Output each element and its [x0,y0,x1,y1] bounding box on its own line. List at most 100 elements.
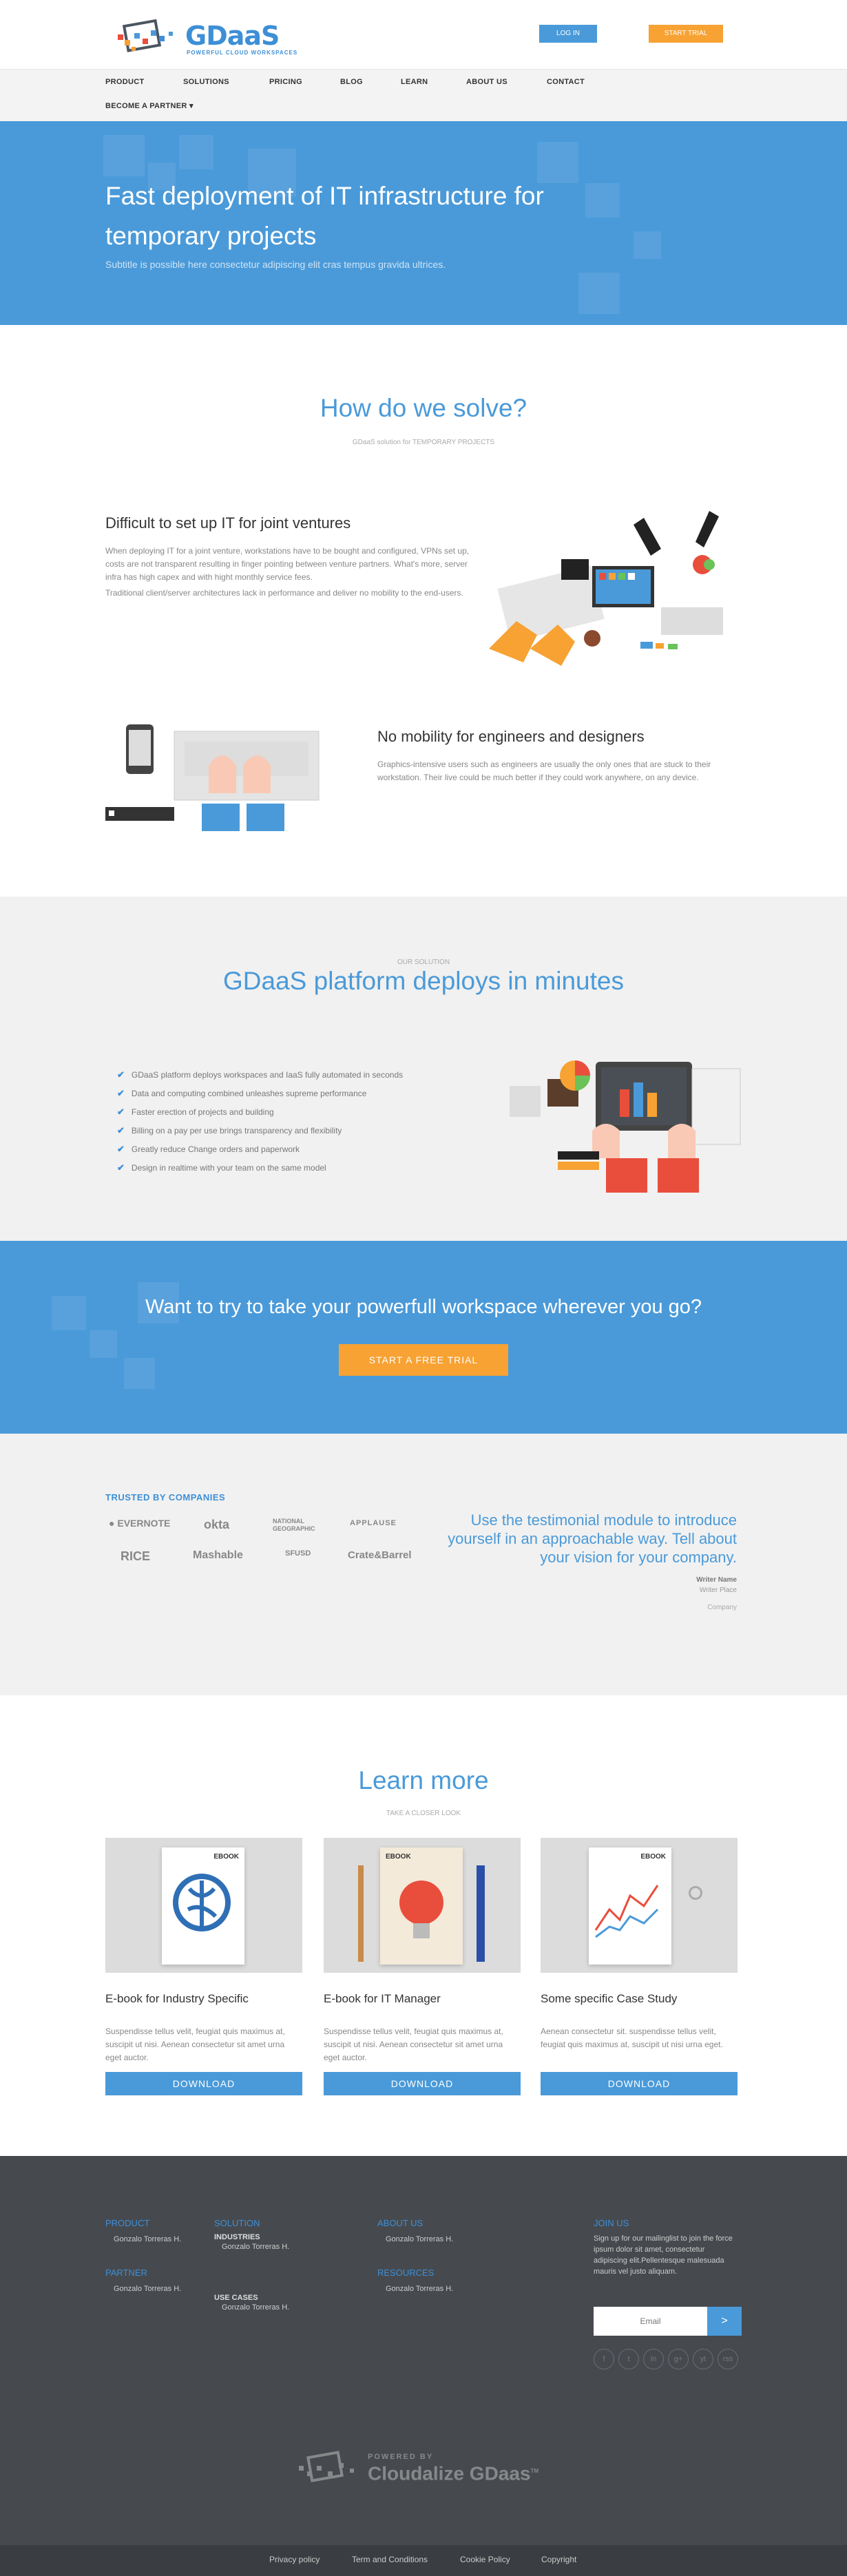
nav-partner-label: BECOME A PARTNER [105,102,187,110]
hero-decoration [103,135,145,176]
workspace-illustration [482,511,737,669]
logo-pixel-icon [114,19,181,58]
footer-partner-heading: PARTNER [105,2268,147,2278]
list-item-text: Design in realtime with your team on the… [131,1162,326,1173]
logo-tagline: POWERFUL CLOUD WORKSPACES [187,49,298,56]
caret-down-icon: ▾ [189,102,194,110]
list-item-text: Greatly reduce Change orders and paperwo… [131,1144,300,1154]
list-item-text: GDaaS platform deploys workspaces and Ia… [131,1069,404,1080]
solution-list: ✔ GDaaS platform deploys workspaces and I… [117,1065,475,1177]
nav-learn[interactable]: LEARN [401,78,428,86]
case-study-image: EBOOK [541,1838,738,1973]
ebook-badge: EBOOK [213,1853,239,1861]
nav-contact[interactable]: CONTACT [547,78,585,86]
logo[interactable]: GDaaS POWERFUL CLOUD WORKSPACES [114,19,297,58]
brand-natgeo: NATIONAL GEOGRAPHIC [273,1518,315,1532]
nav-product[interactable]: PRODUCT [105,78,145,86]
footer-industries-link[interactable]: Gonzalo Torreras H. [222,2243,289,2251]
problem-1: Difficult to set up IT for joint venture… [105,514,470,600]
brand-okta: okta [204,1518,230,1531]
brand-applause: APPLAUSE [350,1519,397,1527]
email-input[interactable] [594,2307,707,2336]
nav-pricing[interactable]: PRICING [269,78,302,86]
start-trial-button[interactable]: START TRIAL [649,25,723,43]
list-item-text: Data and computing combined unleashes su… [131,1088,367,1098]
footer-resources-heading: RESOURCES [377,2268,435,2278]
ebook-card: EBOOK E-book for IT Manager Suspendisse … [324,1838,521,2095]
linkedin-icon[interactable]: in [643,2349,664,2369]
cta-banner: Want to try to take your powerfull works… [0,1241,847,1434]
key-icon [689,1886,702,1900]
list-item: ✔ Billing on a pay per use brings transpa… [117,1121,475,1140]
solve-title: How do we solve? [320,394,527,422]
ebook-cover-image: EBOOK [105,1838,302,1973]
nav-about[interactable]: ABOUT US [466,78,508,86]
problem-1-title: Difficult to set up IT for joint venture… [105,514,351,532]
laptop-illustration [105,711,326,841]
footer-about-heading: ABOUT US [377,2218,424,2228]
list-item: ✔ Data and computing combined unleashes s… [117,1084,475,1102]
powered-by-logo: POWERED BY Cloudalize GDaasTM [296,2451,538,2486]
brand-name: EVERNOTE [117,1518,171,1529]
download-button[interactable]: DOWNLOAD [324,2072,521,2095]
cookie-policy-link[interactable]: Cookie Policy [460,2555,510,2564]
case-study-card: EBOOK Some specific Case Study Aenean co… [541,1838,738,2095]
logo-name: GDaaS [185,20,280,51]
footer-resources-link[interactable]: Gonzalo Torreras H. [386,2285,453,2293]
footer-partner-link[interactable]: Gonzalo Torreras H. [114,2285,181,2293]
learn-subtitle: TAKE A CLOSER LOOK [386,1810,461,1817]
brain-icon [173,1874,231,1931]
nav-solutions[interactable]: SOLUTIONS [183,78,229,86]
writer-company: Company [707,1604,737,1611]
problem-2: No mobility for engineers and designers … [377,728,742,784]
card-text: Aenean consectetur sit. suspendisse tell… [541,2027,723,2049]
bottom-bar: Privacy policy Term and Conditions Cooki… [0,2545,847,2576]
list-item: ✔ Faster erection of projects and buildin… [117,1102,475,1121]
google-plus-icon[interactable]: g+ [668,2349,689,2369]
book-cover: EBOOK [589,1847,671,1965]
powered-name-text: Cloudalize GDaas [368,2462,531,2484]
card-title: E-book for IT Manager [324,1992,441,2005]
login-button[interactable]: LOG IN [539,25,597,43]
main-nav: PRODUCT SOLUTIONS PRICING BLOG LEARN ABO… [0,69,847,121]
footer-use-cases-link[interactable]: Gonzalo Torreras H. [222,2303,289,2312]
nav-blog[interactable]: BLOG [340,78,363,86]
list-item: ✔ Design in realtime with your team on th… [117,1158,475,1177]
footer-product-heading: PRODUCT [105,2218,150,2228]
privacy-policy-link[interactable]: Privacy policy [269,2555,320,2564]
lightbulb-icon [399,1881,443,1938]
rss-icon[interactable]: rss [718,2349,738,2369]
footer-join-heading: JOIN US [594,2218,629,2228]
email-submit-button[interactable]: > [707,2307,742,2336]
book-cover: EBOOK [380,1847,463,1965]
youtube-icon[interactable]: yt [693,2349,713,2369]
footer-about-link[interactable]: Gonzalo Torreras H. [386,2235,453,2243]
footer-solution-heading: SOLUTION [214,2218,260,2228]
writer-place: Writer Place [699,1587,737,1594]
check-icon: ✔ [117,1162,125,1173]
card-title: E-book for Industry Specific [105,1992,249,2005]
topbar: GDaaS POWERFUL CLOUD WORKSPACES LOG IN S… [0,0,847,69]
start-free-trial-button[interactable]: START A FREE TRIAL [339,1344,508,1376]
footer-product-link[interactable]: Gonzalo Torreras H. [114,2235,181,2243]
twitter-icon[interactable]: t [618,2349,639,2369]
terms-link[interactable]: Term and Conditions [352,2555,428,2564]
hero-decoration [179,135,213,169]
ebook-badge: EBOOK [640,1853,666,1861]
facebook-icon[interactable]: f [594,2349,614,2369]
list-item-text: Billing on a pay per use brings transpar… [131,1125,342,1135]
card-title: Some specific Case Study [541,1992,678,2005]
trusted-label: TRUSTED BY COMPANIES [105,1492,226,1502]
solution-eyebrow: OUR SOLUTION [397,959,450,966]
copyright-link[interactable]: Copyright [541,2555,576,2564]
download-button[interactable]: DOWNLOAD [541,2072,738,2095]
screwdriver-icon [358,1865,364,1962]
download-button[interactable]: DOWNLOAD [105,2072,302,2095]
problem-1-text: When deploying IT for a joint venture, w… [105,546,470,582]
site-header: GDaaS POWERFUL CLOUD WORKSPACES LOG IN S… [0,0,847,121]
ebook-card: EBOOK E-book for Industry Specific Suspe… [105,1838,302,2095]
brand-crate-barrel: Crate&Barrel [348,1549,412,1561]
solution-section: OUR SOLUTION GDaaS platform deploys in m… [0,897,847,1241]
nav-become-partner[interactable]: BECOME A PARTNER ▾ [105,101,194,110]
testimonial-quote: Use the testimonial module to introduce … [448,1511,737,1566]
